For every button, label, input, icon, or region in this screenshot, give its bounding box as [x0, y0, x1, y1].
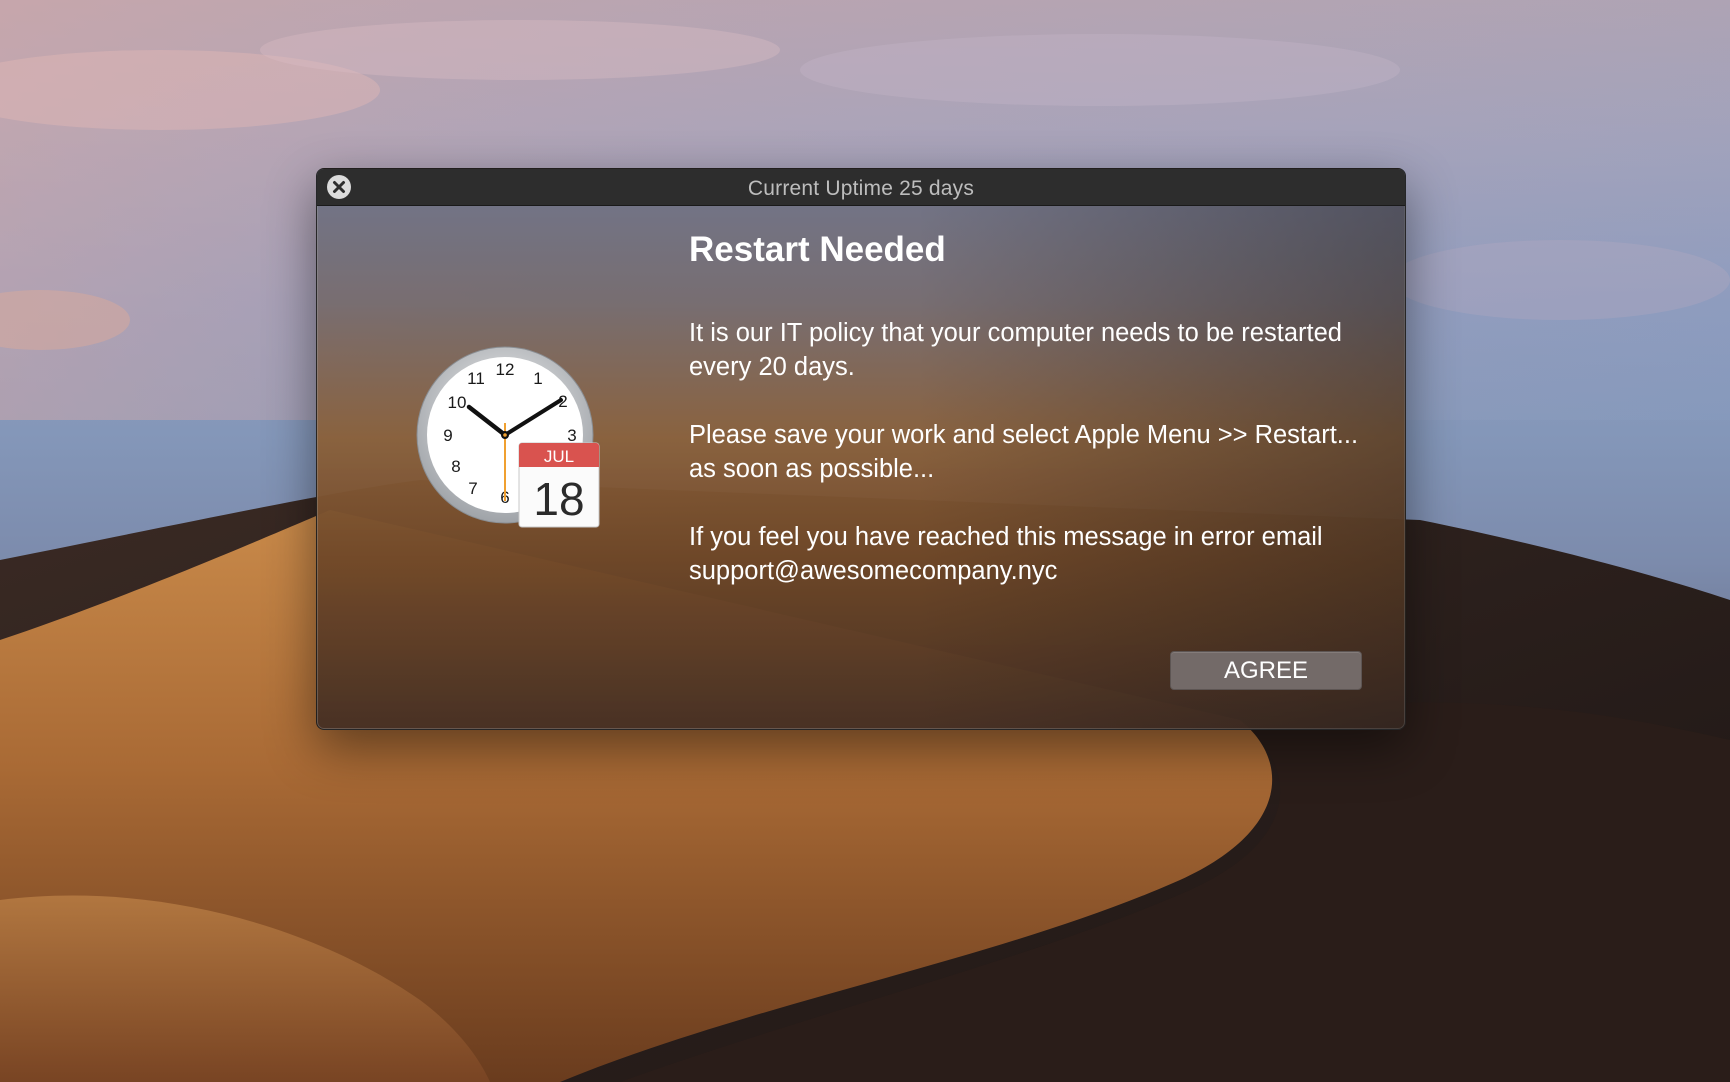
svg-text:3: 3 [567, 426, 576, 445]
svg-text:9: 9 [443, 426, 452, 445]
dialog-content: Restart Needed It is our IT policy that … [689, 230, 1379, 622]
desktop-wallpaper: Current Uptime 25 days 12 1 2 3 9 8 7 10… [0, 0, 1730, 1082]
title-bar: Current Uptime 25 days [317, 169, 1405, 206]
svg-text:12: 12 [496, 360, 515, 379]
svg-text:7: 7 [468, 479, 477, 498]
instructions-message: Please save your work and select Apple M… [689, 420, 1359, 483]
calendar-month: JUL [544, 447, 574, 466]
dialog-heading: Restart Needed [689, 230, 946, 269]
svg-text:10: 10 [448, 393, 467, 412]
agree-button[interactable]: AGREE [1170, 651, 1362, 690]
support-message: If you feel you have reached this messag… [689, 522, 1323, 585]
window-title: Current Uptime 25 days [747, 177, 975, 200]
svg-text:11: 11 [467, 369, 485, 388]
svg-text:8: 8 [451, 457, 460, 476]
policy-message: It is our IT policy that your computer n… [689, 318, 1342, 381]
svg-text:1: 1 [533, 369, 542, 388]
calendar-icon: JUL 18 [518, 442, 600, 528]
restart-needed-dialog: Current Uptime 25 days 12 1 2 3 9 8 7 10… [316, 168, 1406, 730]
clock-calendar-icon: 12 1 2 3 9 8 7 6 10 11 [415, 345, 605, 535]
calendar-day: 18 [533, 473, 584, 525]
